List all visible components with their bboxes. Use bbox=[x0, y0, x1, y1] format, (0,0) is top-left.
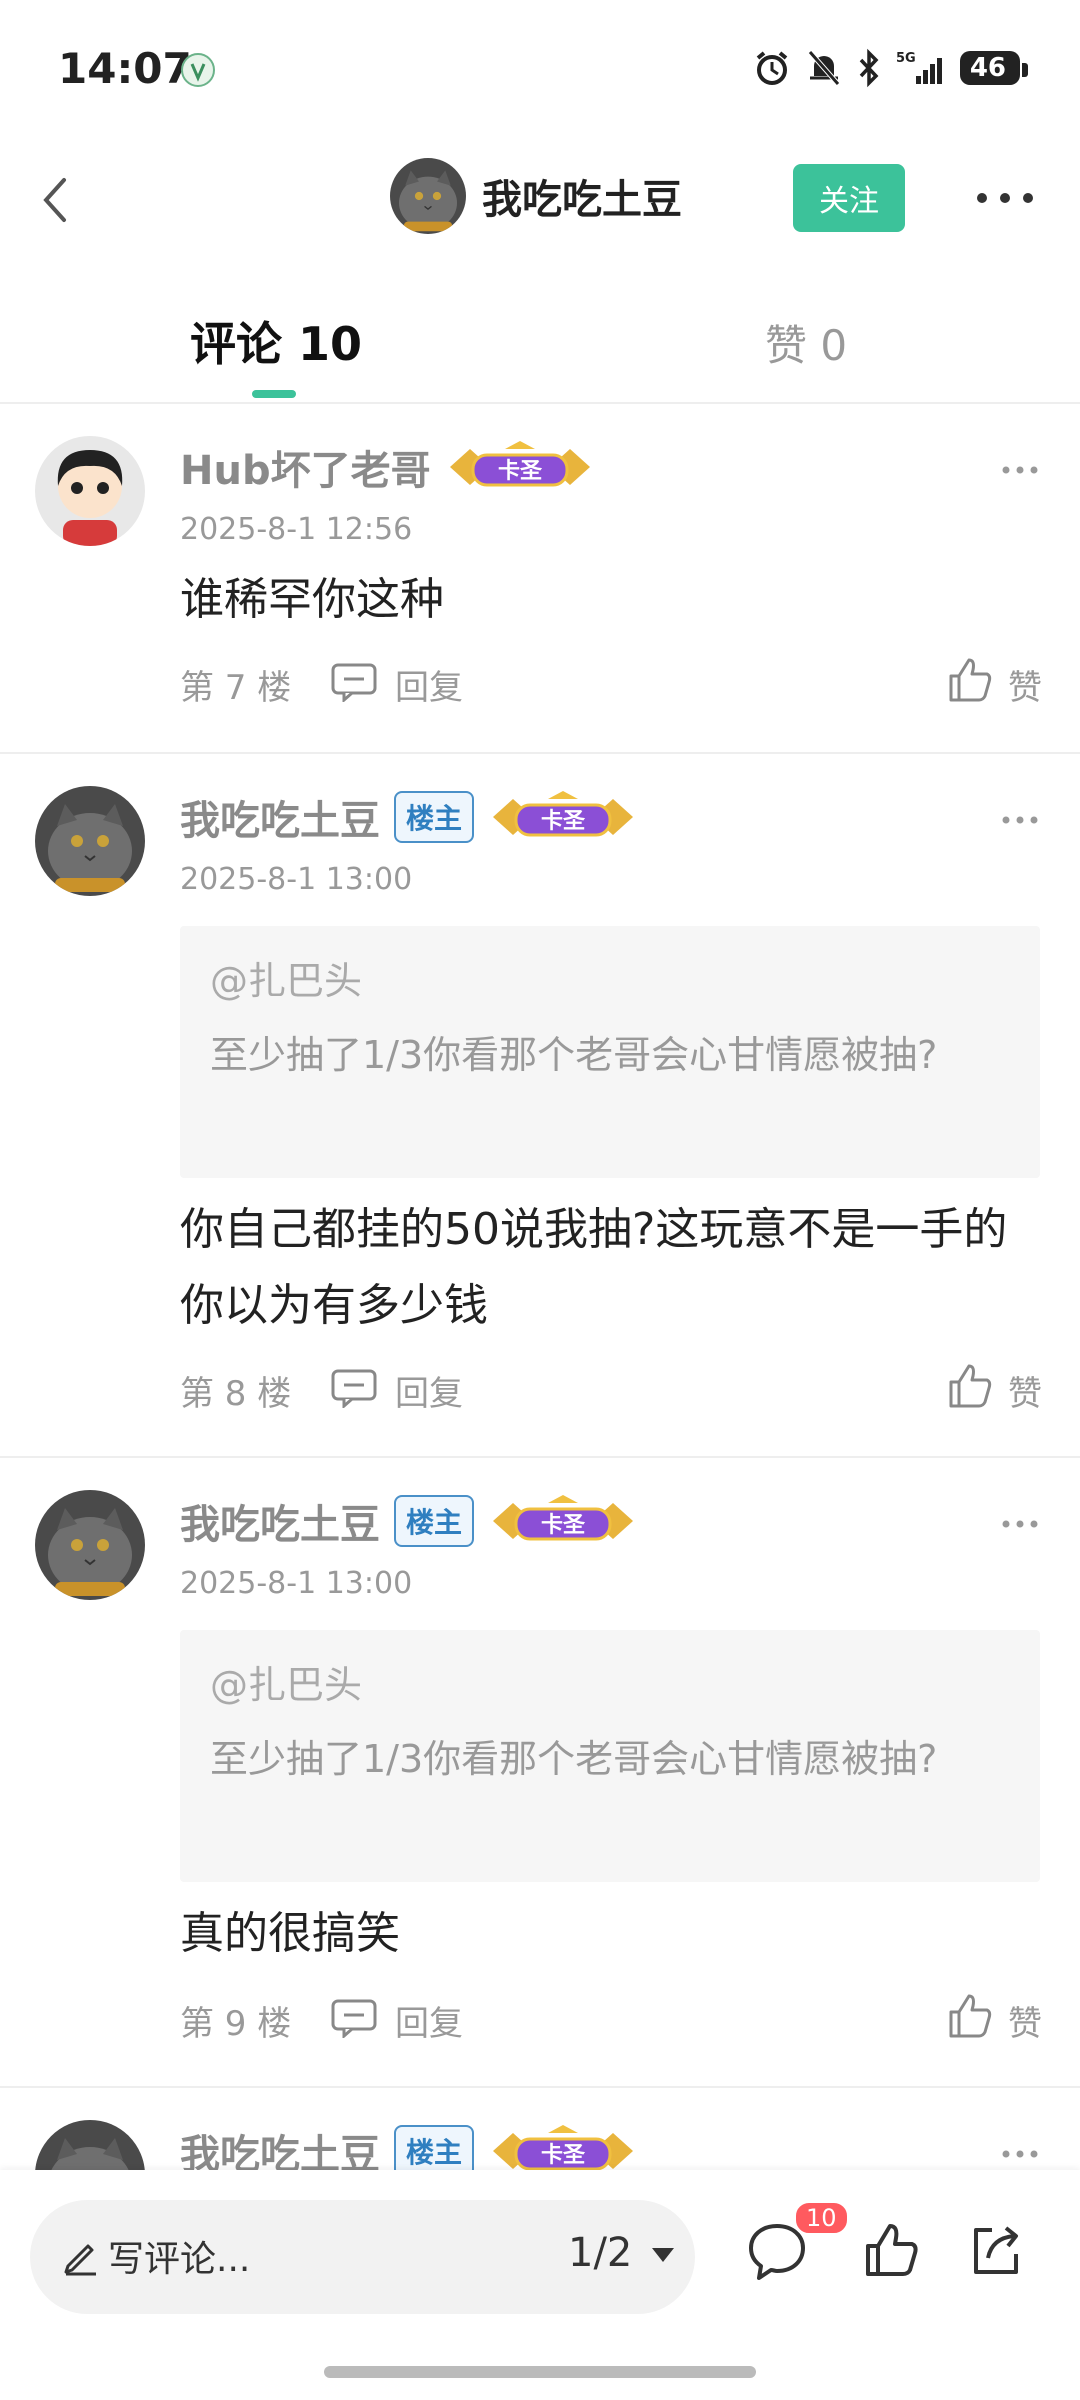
comment-footer: 第 8 楼 回复 赞 bbox=[180, 1364, 1042, 1416]
rank-badge-label: 卡圣 bbox=[498, 459, 543, 484]
quoted-comment[interactable]: @扎巴头 至少抽了1/3你看那个老哥会心甘情愿被抽? bbox=[180, 1630, 1040, 1882]
floor-number: 第 8 楼 bbox=[180, 1374, 292, 1414]
comment-item: 我吃吃土豆 楼主 卡圣 bbox=[0, 2086, 1080, 2170]
caret-down-icon[interactable] bbox=[650, 2245, 676, 2265]
comment-count-badge: 10 bbox=[793, 2200, 850, 2236]
battery-indicator: 46 bbox=[959, 51, 1029, 85]
like-button[interactable]: 赞 bbox=[1008, 1366, 1042, 1415]
svg-text:5G: 5G bbox=[896, 51, 916, 66]
mute-bell-icon bbox=[807, 50, 840, 86]
comment-text: 你自己都挂的50说我抽?这玩意不是一手的你以为有多少钱 bbox=[180, 1204, 1008, 1331]
share-icon[interactable] bbox=[966, 2220, 1026, 2280]
comment-more-icon[interactable] bbox=[1000, 1514, 1040, 1534]
user-avatar[interactable] bbox=[35, 2120, 145, 2170]
comment-item: 我吃吃土豆 楼主 卡圣 2025-8-1 13:00 @扎巴头 至少抽了1/3你… bbox=[0, 752, 1080, 1458]
quoted-username: @扎巴头 bbox=[210, 959, 363, 1003]
comment-item: 我吃吃土豆 楼主 卡圣 2025-8-1 13:00 @扎巴头 至少抽了1/3你… bbox=[0, 1456, 1080, 2088]
quoted-text: 至少抽了1/3你看那个老哥会心甘情愿被抽? bbox=[210, 1737, 938, 1781]
reply-button[interactable]: 回复 bbox=[395, 1366, 463, 1415]
reply-icon[interactable] bbox=[330, 1368, 378, 1408]
rank-badge-label: 卡圣 bbox=[541, 2143, 586, 2168]
comment-more-icon[interactable] bbox=[1000, 2144, 1040, 2164]
follow-button[interactable]: 关注 bbox=[793, 164, 905, 232]
comment-header: Hub坏了老哥 卡圣 bbox=[180, 438, 595, 496]
rank-badge-label: 卡圣 bbox=[541, 1513, 586, 1538]
comment-header: 我吃吃土豆 楼主 卡圣 bbox=[180, 1492, 638, 1550]
reply-icon[interactable] bbox=[330, 662, 378, 702]
alarm-icon bbox=[756, 51, 788, 85]
status-bar: 14:07 5G 46 bbox=[0, 0, 1080, 140]
comment-username[interactable]: 我吃吃土豆 bbox=[180, 2122, 380, 2170]
quoted-comment[interactable]: @扎巴头 至少抽了1/3你看那个老哥会心甘情愿被抽? bbox=[180, 926, 1040, 1178]
reply-button[interactable]: 回复 bbox=[395, 660, 463, 709]
signal-5g-icon: 5G bbox=[896, 51, 942, 84]
floor-number: 第 9 楼 bbox=[180, 2004, 292, 2044]
author-info[interactable]: 我吃吃土豆 bbox=[390, 158, 682, 234]
status-time: 14:07 bbox=[58, 44, 192, 93]
home-indicator[interactable] bbox=[324, 2366, 756, 2378]
comment-header: 我吃吃土豆 楼主 卡圣 bbox=[180, 788, 638, 846]
back-button[interactable] bbox=[20, 160, 100, 240]
more-options-icon[interactable] bbox=[970, 178, 1040, 218]
comment-footer: 第 7 楼 回复 赞 bbox=[180, 658, 1042, 710]
like-button[interactable]: 赞 bbox=[1008, 1996, 1042, 2045]
user-avatar[interactable] bbox=[35, 786, 145, 896]
pen-icon bbox=[64, 2244, 96, 2276]
page-indicator[interactable]: 1/2 bbox=[568, 2230, 632, 2276]
comment-text: 谁稀罕你这种 bbox=[180, 574, 444, 625]
bottom-action-bar: 写评论... 1/2 10 bbox=[0, 2170, 1080, 2400]
comment-item: Hub坏了老哥 卡圣 2025-8-1 12:56 谁稀罕你这种 第 7 楼 回… bbox=[0, 404, 1080, 754]
thumbs-up-icon[interactable] bbox=[945, 654, 995, 704]
comment-more-icon[interactable] bbox=[1000, 810, 1040, 830]
tab-bar: 评论 10 赞 0 bbox=[0, 290, 1080, 404]
comment-input[interactable]: 写评论... 1/2 bbox=[30, 2200, 695, 2314]
rank-badge-icon: 卡圣 bbox=[493, 791, 634, 837]
rank-badge-label: 卡圣 bbox=[541, 809, 586, 834]
app-notification-icon bbox=[181, 53, 215, 87]
bluetooth-icon bbox=[859, 48, 879, 88]
floor-number: 第 7 楼 bbox=[180, 668, 292, 708]
rank-badge-icon: 卡圣 bbox=[493, 2125, 634, 2170]
status-icons: 5G 46 bbox=[752, 48, 1029, 88]
comment-username[interactable]: 我吃吃土豆 bbox=[180, 788, 380, 846]
user-avatar[interactable] bbox=[35, 1490, 145, 1600]
comment-header: 我吃吃土豆 楼主 卡圣 bbox=[180, 2122, 638, 2170]
comment-timestamp: 2025-8-1 13:00 bbox=[180, 862, 413, 897]
thumbs-up-icon[interactable] bbox=[945, 1990, 995, 2040]
comment-text: 真的很搞笑 bbox=[180, 1908, 400, 1959]
comment-username[interactable]: 我吃吃土豆 bbox=[180, 1492, 380, 1550]
owner-badge: 楼主 bbox=[394, 2125, 475, 2170]
tab-active-indicator bbox=[252, 390, 296, 398]
quoted-username: @扎巴头 bbox=[210, 1663, 363, 1707]
top-bar: 我吃吃土豆 关注 bbox=[0, 140, 1080, 260]
comment-more-icon[interactable] bbox=[1000, 460, 1040, 480]
rank-badge-icon: 卡圣 bbox=[493, 1495, 634, 1541]
owner-badge: 楼主 bbox=[394, 1495, 475, 1547]
author-avatar[interactable] bbox=[390, 158, 466, 234]
page-title: 我吃吃土豆 bbox=[482, 177, 682, 223]
reply-icon[interactable] bbox=[330, 1998, 378, 2038]
thumbs-up-icon[interactable] bbox=[862, 2220, 922, 2280]
tab-comments[interactable]: 评论 10 bbox=[190, 308, 362, 374]
reply-button[interactable]: 回复 bbox=[395, 1996, 463, 2045]
comment-timestamp: 2025-8-1 13:00 bbox=[180, 1566, 413, 1601]
quoted-text: 至少抽了1/3你看那个老哥会心甘情愿被抽? bbox=[210, 1033, 938, 1077]
like-button[interactable]: 赞 bbox=[1008, 660, 1042, 709]
comment-footer: 第 9 楼 回复 赞 bbox=[180, 1994, 1042, 2046]
user-avatar[interactable] bbox=[35, 436, 145, 546]
comment-timestamp: 2025-8-1 12:56 bbox=[180, 512, 413, 547]
owner-badge: 楼主 bbox=[394, 791, 475, 843]
comment-input-placeholder: 写评论... bbox=[108, 2239, 251, 2280]
comment-username[interactable]: Hub坏了老哥 bbox=[180, 438, 431, 496]
thumbs-up-icon[interactable] bbox=[945, 1360, 995, 1410]
tab-likes[interactable]: 赞 0 bbox=[765, 312, 847, 373]
rank-badge-icon: 卡圣 bbox=[449, 441, 590, 487]
